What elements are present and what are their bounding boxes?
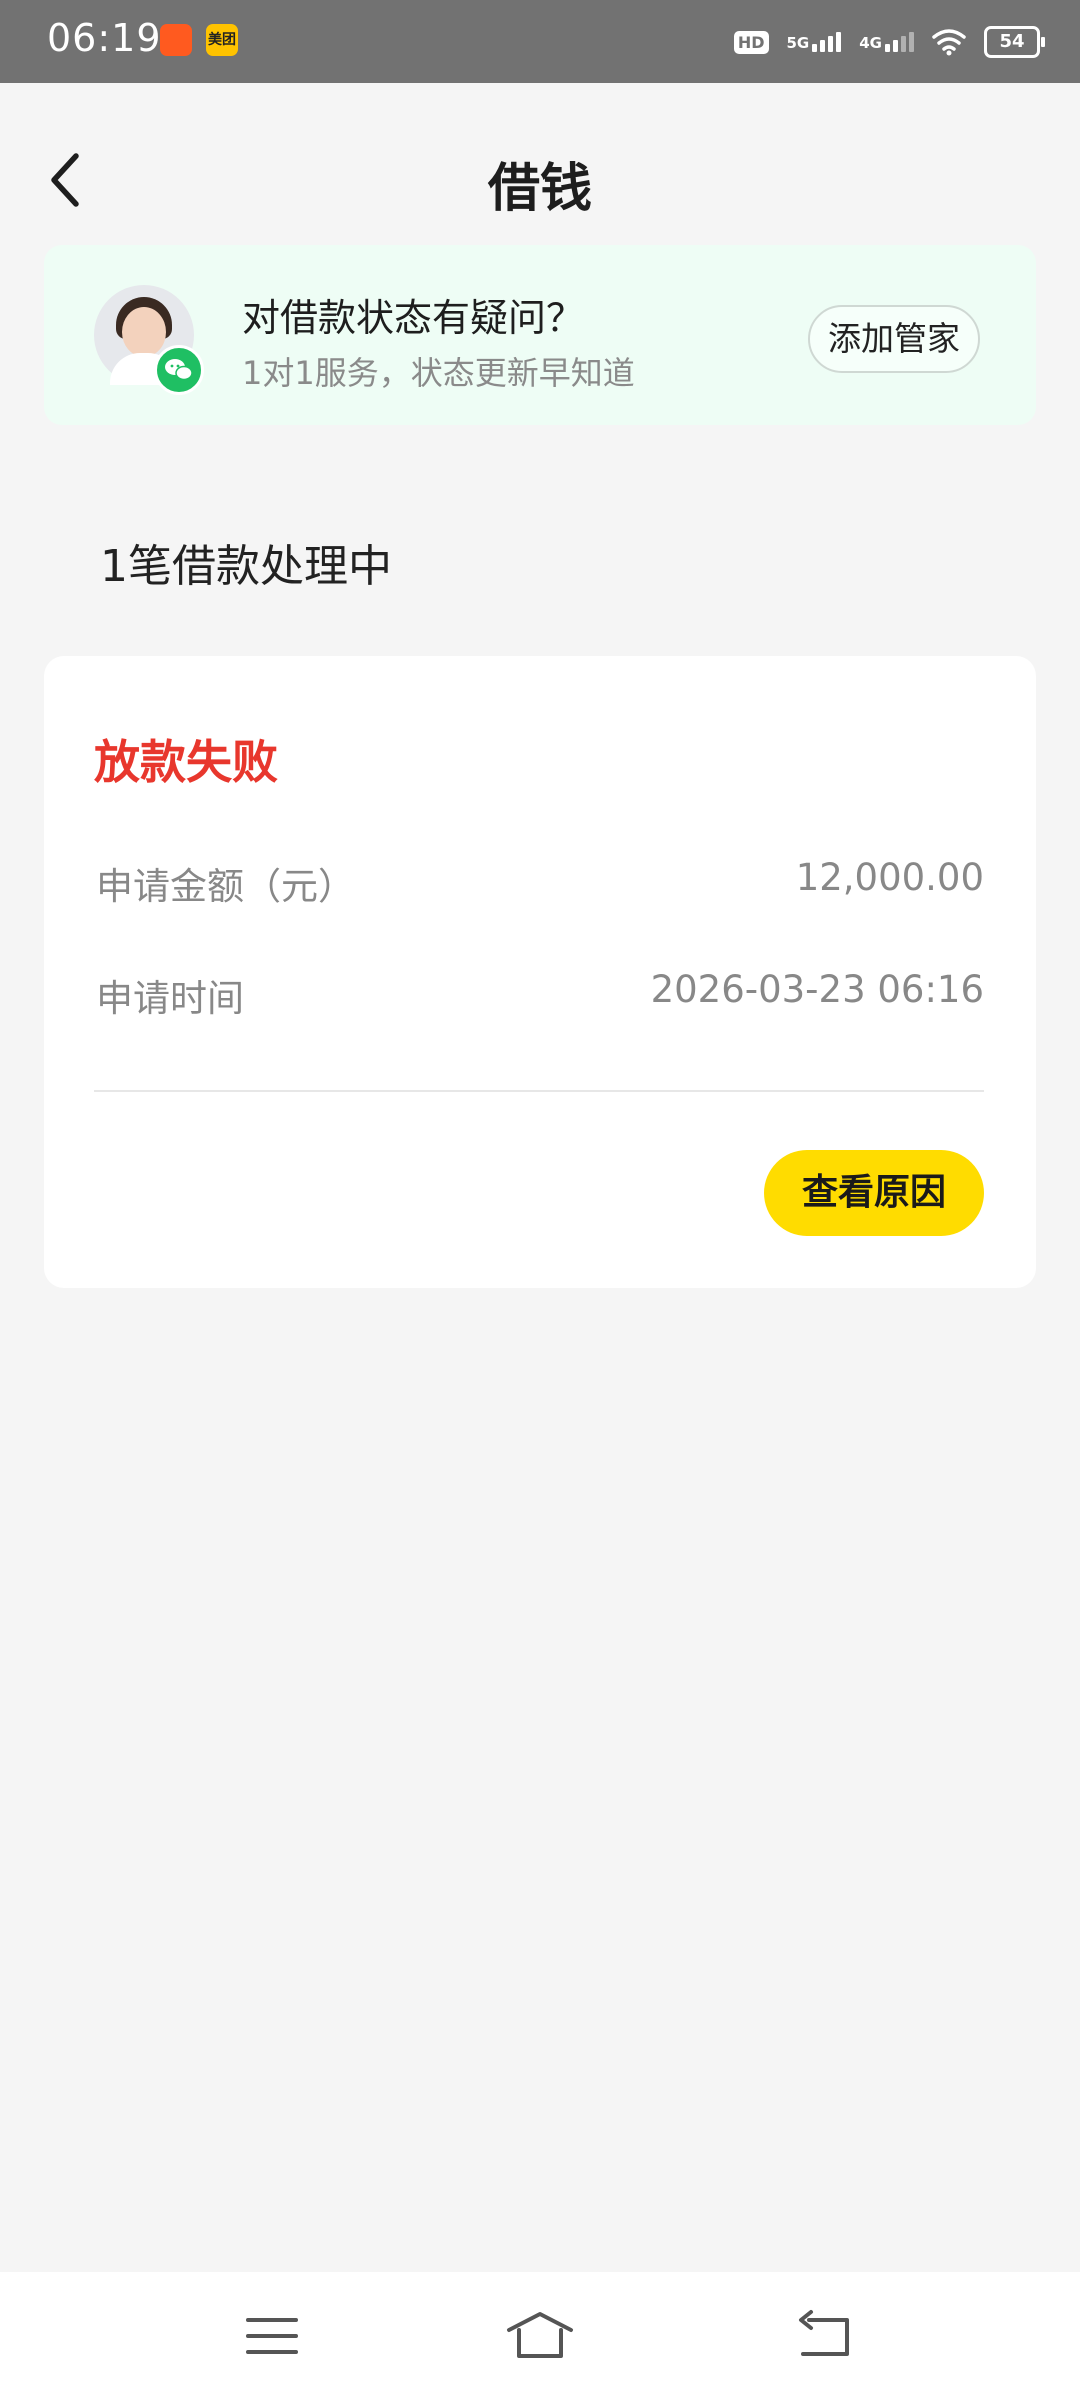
divider xyxy=(94,1090,984,1092)
banner-subtitle: 1对1服务，状态更新早知道 xyxy=(242,354,635,392)
back-icon[interactable] xyxy=(795,2308,855,2364)
battery-icon: 54 xyxy=(984,26,1045,58)
avatar xyxy=(94,285,204,395)
hd-voice-icon: HD xyxy=(733,30,769,54)
loans-processing-heading: 1笔借款处理中 xyxy=(100,541,392,592)
view-reason-button[interactable]: 查看原因 xyxy=(764,1150,984,1236)
system-nav-bar xyxy=(0,2272,1080,2400)
amount-value: 12,000.00 xyxy=(795,856,984,899)
network-5g-label: 5G xyxy=(786,34,810,52)
meituan-notification-icon: 美团 xyxy=(206,24,238,56)
network-4g-label: 4G xyxy=(859,34,882,52)
banner-title: 对借款状态有疑问？ xyxy=(242,296,585,340)
menu-icon[interactable] xyxy=(242,2308,302,2364)
status-bar: 06:19 美团 HD 5G 4G 54 xyxy=(0,0,1080,83)
wechat-icon xyxy=(154,345,204,395)
status-indicators: HD 5G 4G 54 xyxy=(733,20,1045,64)
signal-5g-icon: 5G xyxy=(787,32,842,52)
support-banner[interactable]: 对借款状态有疑问？ 1对1服务，状态更新早知道 添加管家 xyxy=(44,245,1036,425)
status-badge: 放款失败 xyxy=(94,735,278,789)
add-manager-button[interactable]: 添加管家 xyxy=(808,305,980,373)
signal-4g-icon: 4G xyxy=(859,32,914,52)
amount-label: 申请金额（元） xyxy=(96,865,355,908)
home-icon[interactable] xyxy=(505,2308,575,2364)
time-label: 申请时间 xyxy=(96,977,244,1020)
wifi-icon xyxy=(932,29,966,56)
status-time: 06:19 xyxy=(47,16,162,60)
loan-card: 放款失败 申请金额（元） 12,000.00 申请时间 2026-03-23 0… xyxy=(44,656,1036,1288)
page-title: 借钱 xyxy=(487,159,592,219)
taobao-notification-icon xyxy=(160,24,192,56)
time-value: 2026-03-23 06:16 xyxy=(650,968,984,1011)
